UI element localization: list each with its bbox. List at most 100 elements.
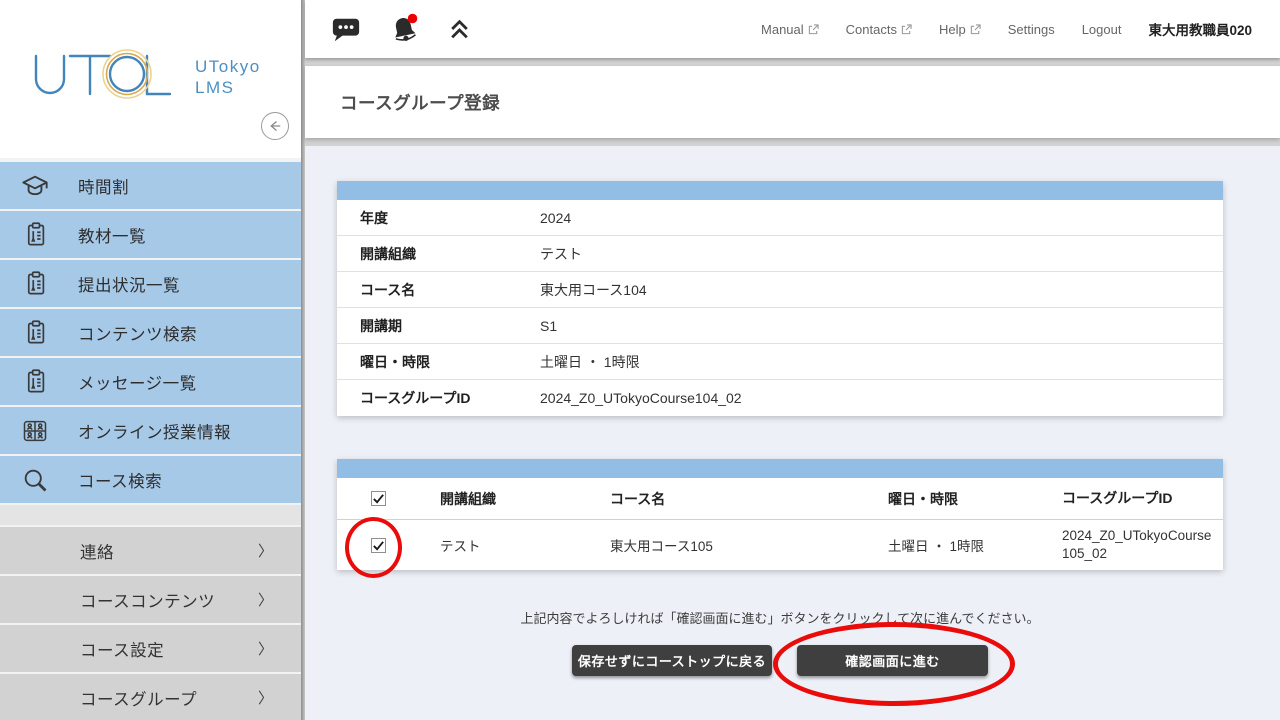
external-link-icon	[970, 24, 981, 35]
row-label: コース名	[337, 280, 540, 300]
sidebar-item-timetable[interactable]: 時間割	[0, 162, 301, 209]
column-header: 開講組織	[420, 489, 595, 509]
table-row: 開講組織 テスト	[337, 236, 1223, 272]
row-label: コースグループID	[337, 388, 540, 408]
sidebar-section-label: コースグループ	[80, 686, 197, 710]
cell-org: テスト	[420, 535, 595, 555]
sidebar-section-label: コース設定	[80, 637, 164, 661]
utol-logo: UTokyo LMS	[30, 46, 280, 110]
back-to-course-top-button[interactable]: 保存せずにコーストップに戻る	[572, 645, 772, 676]
table-row: 年度 2024	[337, 200, 1223, 236]
cell-course: 東大用コース105	[595, 535, 870, 555]
sidebar-item-online-class[interactable]: オンライン授業情報	[0, 407, 301, 454]
sidebar-item-content-search[interactable]: コンテンツ検索	[0, 309, 301, 356]
manual-link[interactable]: Manual	[761, 22, 819, 37]
course-selection-table: 開講組織 コース名 曜日・時限 コースグループID テスト 東大用コース105 …	[337, 459, 1223, 570]
topbar: Manual Contacts Help Settings	[305, 0, 1280, 58]
clipboard-icon	[20, 318, 50, 348]
search-icon	[20, 465, 50, 495]
check-icon	[372, 539, 385, 552]
course-info-table: 年度 2024 開講組織 テスト コース名 東大用コース104 開講期 S1 曜…	[337, 181, 1223, 416]
row-checkbox[interactable]	[371, 538, 386, 553]
online-class-icon	[20, 416, 50, 446]
sidebar-item-label: コンテンツ検索	[78, 321, 197, 345]
sidebar-item-course-search[interactable]: コース検索	[0, 456, 301, 503]
username: 東大用教職員020	[1148, 19, 1252, 39]
check-icon	[372, 492, 385, 505]
sidebar-section-course-settings[interactable]: コース設定 〉	[0, 625, 301, 672]
collapse-topbar-icon[interactable]	[447, 17, 472, 42]
sidebar-item-label: 教材一覧	[78, 223, 146, 247]
column-header: コースグループID	[1045, 489, 1223, 507]
sidebar-section-course-group[interactable]: コースグループ 〉	[0, 674, 301, 720]
cell-group-id: 2024_Z0_UTokyoCourse105_02	[1045, 527, 1223, 562]
sidebar-section-label: コースコンテンツ	[80, 588, 215, 612]
sidebar-item-materials[interactable]: 教材一覧	[0, 211, 301, 258]
external-link-icon	[901, 24, 912, 35]
column-header: 曜日・時限	[870, 489, 1045, 509]
logo-subtitle-2: LMS	[195, 78, 234, 97]
chevron-right-icon: 〉	[258, 687, 273, 708]
row-label: 開講組織	[337, 244, 540, 264]
select-all-checkbox[interactable]	[371, 491, 386, 506]
sidebar-item-label: コース検索	[78, 468, 162, 492]
table-header-strip	[337, 181, 1223, 200]
column-header: コース名	[595, 489, 870, 509]
row-label: 開講期	[337, 316, 540, 336]
page-title: コースグループ登録	[340, 90, 500, 115]
row-value: 2024	[540, 210, 571, 226]
table-row: コースグループID 2024_Z0_UTokyoCourse104_02	[337, 380, 1223, 416]
row-label: 年度	[337, 208, 540, 228]
sidebar-section-contact[interactable]: 連絡 〉	[0, 527, 301, 574]
notification-badge	[408, 14, 418, 24]
help-link[interactable]: Help	[939, 22, 981, 37]
proceed-to-confirmation-button[interactable]: 確認画面に進む	[797, 645, 988, 676]
notification-bell-icon[interactable]	[387, 12, 421, 46]
table-row: 曜日・時限 土曜日 ・ 1時限	[337, 344, 1223, 380]
sidebar-item-label: メッセージ一覧	[78, 370, 197, 394]
chevron-right-icon: 〉	[258, 638, 273, 659]
chat-icon[interactable]	[331, 15, 361, 43]
table-row: 開講期 S1	[337, 308, 1223, 344]
manual-link-label: Manual	[761, 22, 804, 37]
sidebar-section-gap	[0, 505, 301, 525]
help-link-label: Help	[939, 22, 966, 37]
row-value: 土曜日 ・ 1時限	[540, 352, 640, 372]
settings-link[interactable]: Settings	[1008, 22, 1055, 37]
contacts-link-label: Contacts	[846, 22, 897, 37]
row-value: 東大用コース104	[540, 280, 647, 300]
button-row: 保存せずにコーストップに戻る 確認画面に進む	[337, 645, 1223, 676]
chevron-right-icon: 〉	[258, 589, 273, 610]
sidebar-item-label: 提出状況一覧	[78, 272, 180, 296]
sidebar: UTokyo LMS 時間割	[0, 0, 301, 720]
logout-link-label: Logout	[1082, 22, 1122, 37]
sidebar-section-course-contents[interactable]: コースコンテンツ 〉	[0, 576, 301, 623]
sidebar-item-submissions[interactable]: 提出状況一覧	[0, 260, 301, 307]
settings-link-label: Settings	[1008, 22, 1055, 37]
clipboard-icon	[20, 367, 50, 397]
utol-app: UTokyo LMS 時間割	[0, 0, 1280, 720]
selection-header-row: 開講組織 コース名 曜日・時限 コースグループID	[337, 478, 1223, 520]
sidebar-item-label: オンライン授業情報	[78, 419, 231, 443]
clipboard-icon	[20, 269, 50, 299]
table-header-strip	[337, 459, 1223, 478]
graduation-cap-icon	[20, 171, 50, 201]
main-content: 年度 2024 開講組織 テスト コース名 東大用コース104 開講期 S1 曜…	[305, 146, 1280, 720]
sidebar-item-messages[interactable]: メッセージ一覧	[0, 358, 301, 405]
chevron-right-icon: 〉	[258, 540, 273, 561]
sidebar-menu: 時間割 教材一覧 提出状況一覧	[0, 162, 301, 503]
sidebar-collapse-button[interactable]	[261, 112, 289, 140]
clipboard-icon	[20, 220, 50, 250]
contacts-link[interactable]: Contacts	[846, 22, 912, 37]
selection-table-row: テスト 東大用コース105 土曜日 ・ 1時限 2024_Z0_UTokyoCo…	[337, 520, 1223, 570]
logout-link[interactable]: Logout	[1082, 22, 1122, 37]
external-link-icon	[808, 24, 819, 35]
page-title-bar: コースグループ登録	[305, 66, 1280, 138]
arrow-left-icon	[266, 117, 284, 135]
logo-subtitle-1: UTokyo	[195, 57, 261, 76]
cell-schedule: 土曜日 ・ 1時限	[870, 535, 1045, 555]
row-value: 2024_Z0_UTokyoCourse104_02	[540, 390, 742, 406]
logo-panel: UTokyo LMS	[0, 0, 301, 158]
sidebar-item-label: 時間割	[78, 174, 129, 198]
row-value: テスト	[540, 244, 582, 264]
